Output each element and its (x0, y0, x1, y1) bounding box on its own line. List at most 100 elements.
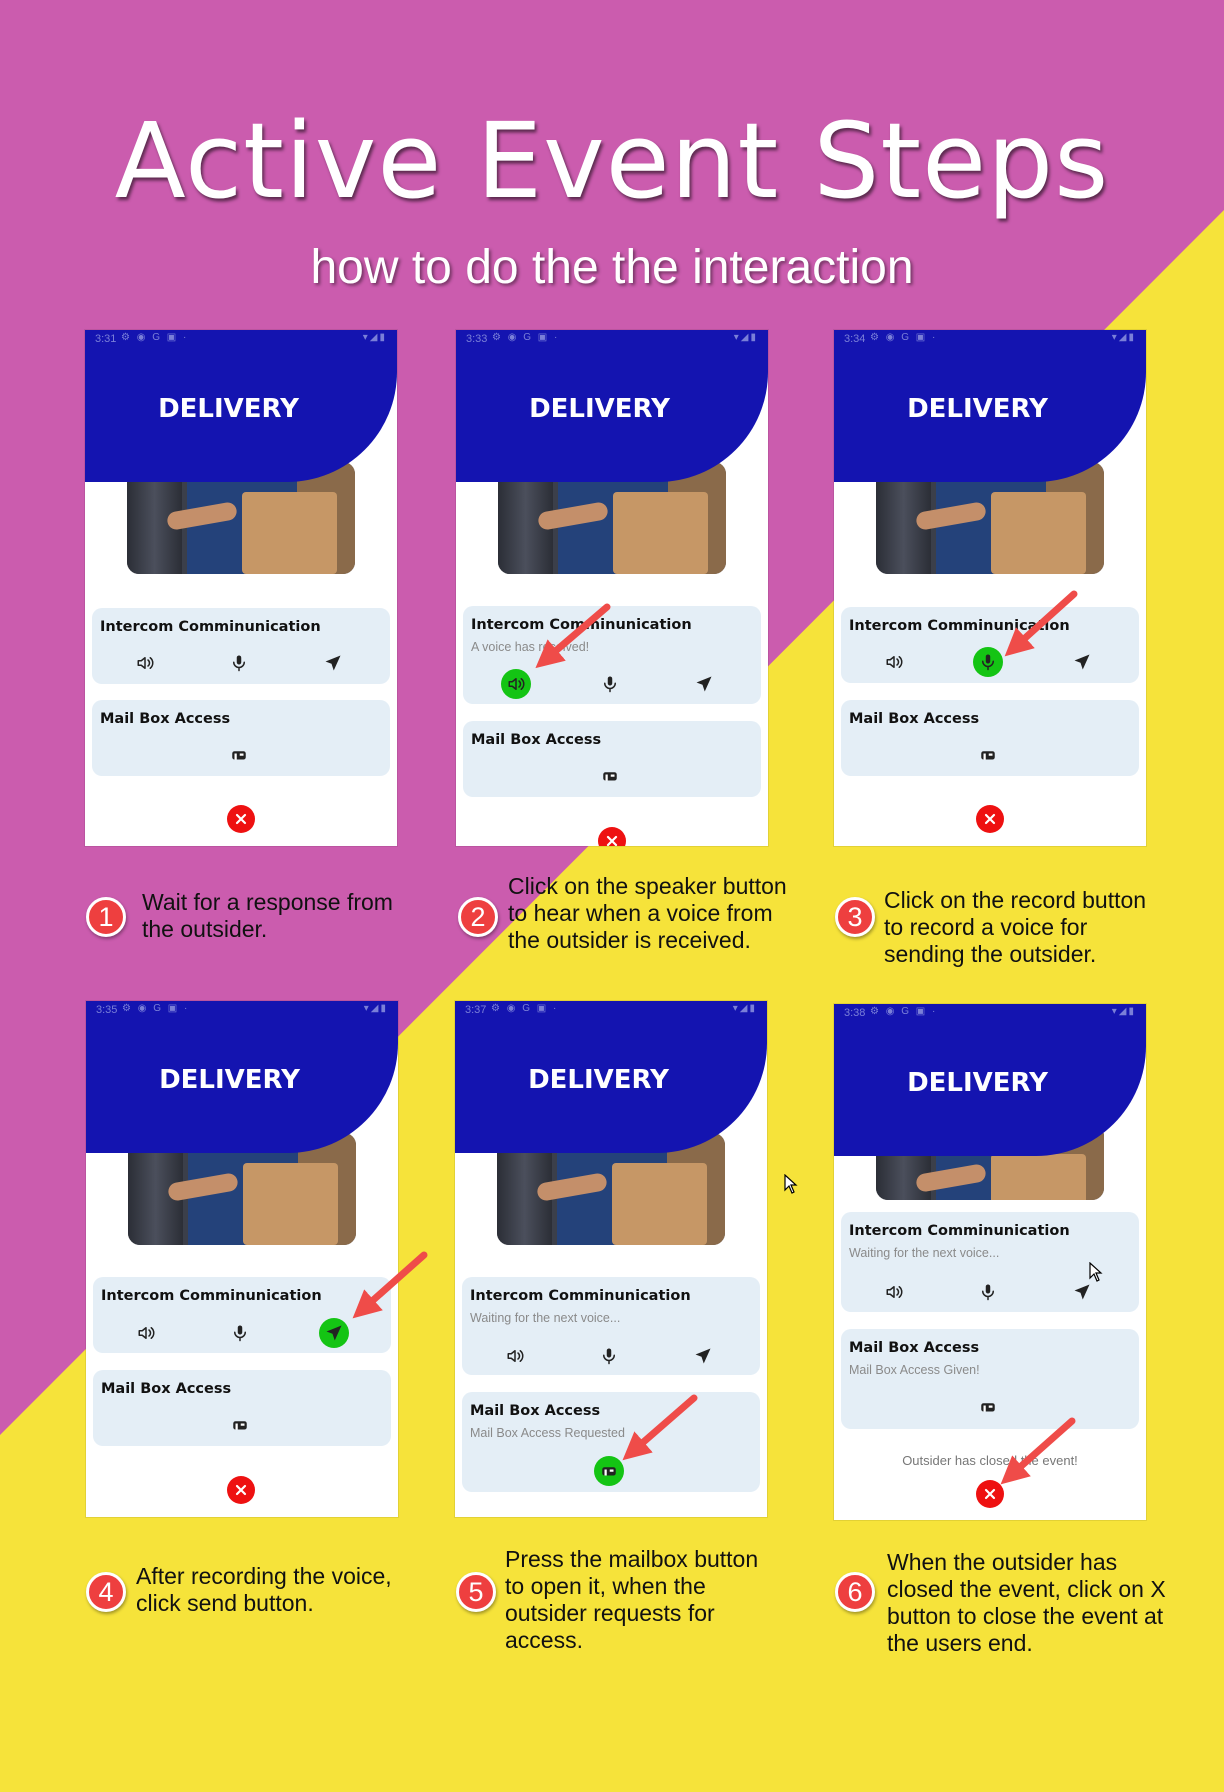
send-icon (326, 1325, 342, 1341)
speaker-button[interactable] (130, 648, 160, 678)
close-icon (235, 813, 247, 825)
header-title: DELIVERY (158, 394, 299, 424)
status-icons: ⚙ ◉ G ▣ · (870, 332, 938, 343)
close-event-button[interactable] (598, 827, 626, 846)
send-button[interactable] (688, 1341, 718, 1371)
close-event-button[interactable] (227, 1476, 255, 1504)
mailbox-card: Mail Box Access (92, 700, 390, 776)
header-title: DELIVERY (528, 1065, 669, 1095)
step-caption-2: Click on the speaker button to hear when… (508, 873, 787, 953)
intercom-title: Intercom Comminunication (100, 619, 321, 635)
signal-icons: ▾◢▮ (362, 332, 387, 343)
microphone-button[interactable] (225, 1318, 255, 1348)
mailbox-card: Mail Box Access (463, 721, 761, 797)
mailbox-card: Mail Box Access (93, 1370, 391, 1446)
microphone-button[interactable] (594, 1341, 624, 1371)
microphone-icon (982, 654, 994, 671)
speaker-icon (137, 657, 154, 669)
microphone-button[interactable] (224, 648, 254, 678)
intercom-card: Intercom Comminunication Waiting for the… (462, 1277, 760, 1375)
intercom-title: Intercom Comminunication (101, 1288, 322, 1304)
speaker-icon (138, 1327, 155, 1339)
close-icon (984, 1488, 996, 1500)
send-icon (696, 676, 712, 692)
mailbox-card: Mail Box Access Mail Box Access Requeste… (462, 1392, 760, 1492)
mailbox-status: Mail Box Access Requested (470, 1426, 625, 1440)
close-icon (984, 813, 996, 825)
mailbox-icon (233, 1421, 247, 1430)
microphone-button[interactable] (973, 1277, 1003, 1307)
mailbox-button[interactable] (973, 740, 1003, 770)
speaker-button[interactable] (501, 669, 531, 699)
mailbox-icon (981, 751, 995, 760)
intercom-card: Intercom Comminunication (841, 607, 1139, 683)
status-bar: 3:31 ⚙ ◉ G ▣ · ▾◢▮ (85, 330, 397, 348)
mailbox-button[interactable] (973, 1392, 1003, 1422)
microphone-button[interactable] (595, 669, 625, 699)
microphone-icon (604, 676, 616, 693)
status-icons: ⚙ ◉ G ▣ · (121, 332, 189, 343)
signal-icons: ▾◢▮ (1111, 1006, 1136, 1017)
intercom-status: Waiting for the next voice... (470, 1311, 621, 1325)
speaker-icon (507, 1350, 524, 1362)
speaker-button[interactable] (500, 1341, 530, 1371)
send-icon (325, 655, 341, 671)
status-time: 3:38 (844, 1007, 866, 1019)
page-title: Active Event Steps (114, 100, 1110, 222)
send-icon (1074, 1284, 1090, 1300)
speaker-button[interactable] (879, 1277, 909, 1307)
step-badge-6: 6 (835, 1572, 875, 1612)
microphone-button[interactable] (973, 647, 1003, 677)
status-time: 3:37 (465, 1004, 487, 1016)
send-button[interactable] (689, 669, 719, 699)
status-icons: ⚙ ◉ G ▣ · (491, 1003, 559, 1014)
mailbox-button[interactable] (224, 740, 254, 770)
intercom-status: A voice has received! (471, 640, 590, 654)
speaker-icon (886, 1286, 903, 1298)
signal-icons: ▾◢▮ (733, 332, 758, 343)
mailbox-status: Mail Box Access Given! (849, 1363, 980, 1377)
mouse-cursor-icon (784, 1174, 798, 1194)
intercom-card: Intercom Comminunication (93, 1277, 391, 1353)
app-header: DELIVERY (834, 330, 1146, 482)
mailbox-icon (981, 1403, 995, 1412)
send-button[interactable] (318, 648, 348, 678)
close-event-button[interactable] (976, 1480, 1004, 1508)
phone-screen-4: 3:35 ⚙ ◉ G ▣ · ▾◢▮ DELIVERY Intercom Commi… (86, 1001, 398, 1517)
mailbox-button[interactable] (225, 1410, 255, 1440)
speaker-button[interactable] (131, 1318, 161, 1348)
status-bar: 3:37 ⚙ ◉ G ▣ · ▾◢▮ (455, 1001, 767, 1019)
status-time: 3:31 (95, 333, 117, 345)
speaker-button[interactable] (879, 647, 909, 677)
status-bar: 3:35 ⚙ ◉ G ▣ · ▾◢▮ (86, 1001, 398, 1019)
close-event-button[interactable] (976, 805, 1004, 833)
status-time: 3:33 (466, 333, 488, 345)
step-caption-6: When the outsider has closed the event, … (887, 1549, 1166, 1656)
header-title: DELIVERY (159, 1065, 300, 1095)
mailbox-icon (603, 772, 617, 781)
status-time: 3:34 (844, 333, 866, 345)
header-title: DELIVERY (529, 394, 670, 424)
signal-icons: ▾◢▮ (363, 1003, 388, 1014)
status-bar: 3:33 ⚙ ◉ G ▣ · ▾◢▮ (456, 330, 768, 348)
app-header: DELIVERY (834, 1004, 1146, 1156)
send-icon (695, 1348, 711, 1364)
close-icon (235, 1484, 247, 1496)
mailbox-button[interactable] (595, 761, 625, 791)
intercom-title: Intercom Comminunication (470, 1288, 691, 1304)
mailbox-title: Mail Box Access (100, 711, 231, 727)
phone-screen-1: 3:31 ⚙ ◉ G ▣ · ▾◢▮ DELIVERY Intercom Commi… (85, 330, 397, 846)
mailbox-icon (232, 751, 246, 760)
mouse-cursor-icon (1089, 1262, 1103, 1282)
step-caption-5: Press the mailbox button to open it, whe… (505, 1546, 759, 1653)
app-header: DELIVERY (85, 330, 397, 482)
close-event-button[interactable] (227, 805, 255, 833)
send-button[interactable] (1067, 647, 1097, 677)
app-header: DELIVERY (86, 1001, 398, 1153)
mailbox-button[interactable] (594, 1456, 624, 1486)
send-button[interactable] (319, 1318, 349, 1348)
step-caption-1: Wait for a response from the outsider. (142, 889, 393, 942)
step-badge-2: 2 (458, 897, 498, 937)
phone-screen-3: 3:34 ⚙ ◉ G ▣ · ▾◢▮ DELIVERY Intercom Commi… (834, 330, 1146, 846)
microphone-icon (603, 1348, 615, 1365)
